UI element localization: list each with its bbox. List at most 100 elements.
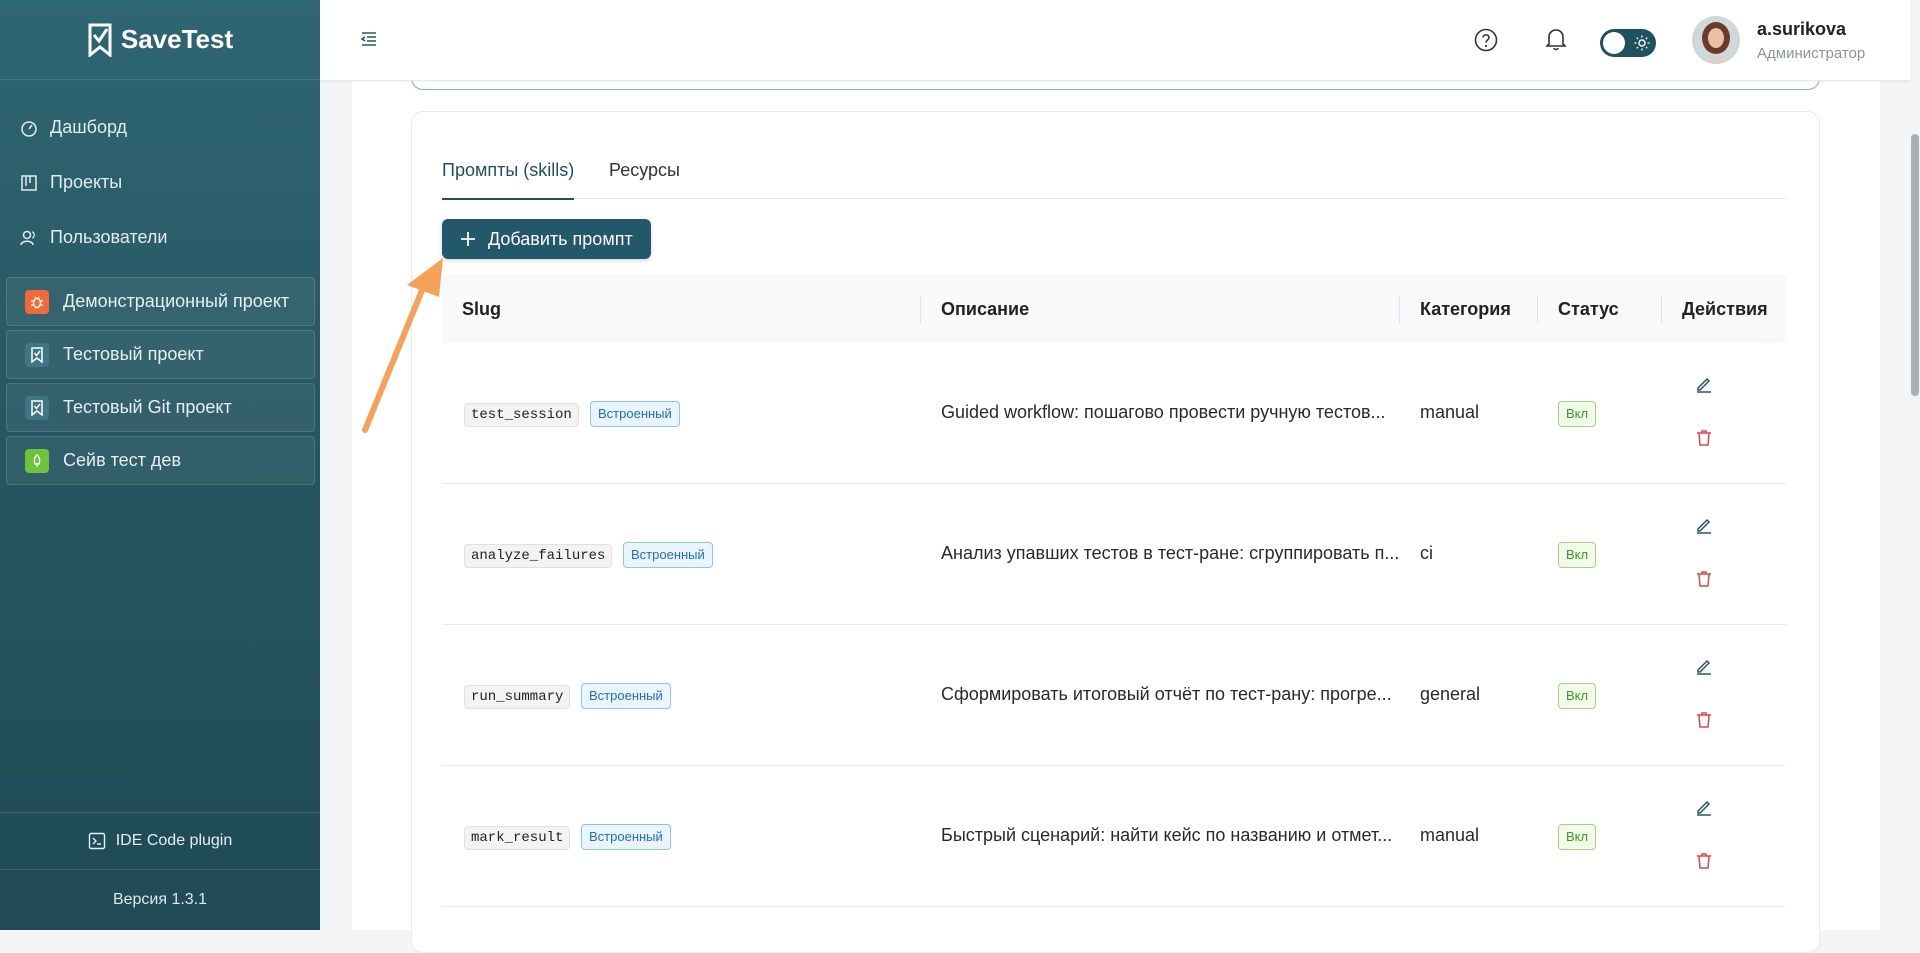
delete-button[interactable]: [1696, 852, 1712, 875]
status-badge: Вкл: [1558, 824, 1597, 850]
sidebar-footer: IDE Code plugin Версия 1.3.1: [0, 812, 320, 930]
project-item-git[interactable]: Тестовый Git проект: [6, 383, 315, 432]
edit-icon: [1697, 518, 1711, 534]
edit-button[interactable]: [1695, 375, 1713, 398]
app-name: SaveTest: [120, 24, 234, 54]
prompt-description: Быстрый сценарий: найти кейс по названию…: [941, 825, 1393, 845]
project-label: Демонстрационный проект: [63, 291, 290, 311]
ide-plugin-label: IDE Code plugin: [115, 832, 233, 849]
collapse-sidebar-button[interactable]: [360, 30, 378, 53]
column-header-actions: Действия: [1682, 298, 1768, 319]
bell-icon: [1545, 29, 1567, 51]
trash-icon: [1697, 430, 1711, 446]
theme-toggle[interactable]: [1600, 29, 1656, 57]
nav-label: Дашборд: [50, 117, 128, 137]
table-row[interactable]: analyze_failures Встроенный Анализ упавш…: [442, 484, 1787, 625]
prompt-category: manual: [1420, 825, 1480, 845]
column-header-slug: Slug: [462, 298, 501, 319]
delete-button[interactable]: [1696, 570, 1712, 593]
tab-prompts[interactable]: Промпты (skills): [442, 160, 575, 200]
edit-button[interactable]: [1695, 798, 1713, 821]
users-icon: [20, 230, 35, 245]
nav-label: Пользователи: [50, 227, 168, 247]
app-version: Версия 1.3.1: [0, 869, 320, 930]
status-badge: Вкл: [1558, 683, 1597, 709]
prompt-category: manual: [1420, 402, 1480, 422]
edit-icon: [1697, 377, 1711, 393]
user-role: Администратор: [1757, 45, 1866, 62]
projects-icon: [21, 174, 37, 191]
avatar[interactable]: [1692, 16, 1740, 64]
sidebar: SaveTest Дашборд Проекты Пользователи Де…: [0, 0, 320, 930]
status-badge: Вкл: [1558, 542, 1597, 568]
savetest-logo-icon: [88, 23, 112, 57]
project-item-test[interactable]: Тестовый проект: [6, 330, 315, 379]
slug-code: analyze_failures: [464, 544, 613, 568]
trash-icon: [1697, 853, 1711, 869]
prompt-category: ci: [1420, 543, 1433, 563]
status-badge: Вкл: [1558, 401, 1597, 427]
tabs-bar: Промпты (skills) Ресурсы: [442, 150, 1787, 200]
builtin-badge: Встроенный: [590, 401, 680, 427]
nav-label: Проекты: [50, 172, 123, 192]
rocket-icon: [25, 448, 49, 473]
terminal-icon: [88, 832, 105, 850]
prompt-description: Guided workflow: пошагово провести ручну…: [941, 402, 1386, 422]
nav-item-dashboard[interactable]: Дашборд: [0, 100, 320, 155]
project-label: Тестовый проект: [63, 344, 204, 364]
table-row[interactable]: test_session Встроенный Guided workflow:…: [442, 343, 1787, 484]
trash-icon: [1697, 712, 1711, 728]
table-row[interactable]: run_summary Встроенный Сформировать итог…: [442, 625, 1787, 766]
builtin-badge: Встроенный: [623, 542, 713, 568]
user-name[interactable]: a.surikova: [1757, 19, 1846, 40]
savetest-icon: [25, 342, 49, 367]
main-nav: Дашборд Проекты Пользователи Демонстраци…: [0, 80, 320, 485]
slug-code: mark_result: [464, 826, 571, 850]
edit-icon: [1697, 659, 1711, 675]
prompt-description: Сформировать итоговый отчёт по тест-рану…: [941, 684, 1392, 704]
column-divider: [1661, 295, 1662, 323]
column-divider: [1399, 295, 1400, 323]
delete-button[interactable]: [1696, 711, 1712, 734]
dashboard-icon: [21, 120, 37, 137]
edit-button[interactable]: [1695, 516, 1713, 539]
builtin-badge: Встроенный: [581, 824, 671, 850]
edit-button[interactable]: [1695, 657, 1713, 680]
project-item-dev[interactable]: Сейв тест дев: [6, 436, 315, 485]
ide-plugin-link[interactable]: IDE Code plugin: [0, 812, 320, 869]
help-button[interactable]: [1473, 27, 1499, 58]
slug-code: test_session: [464, 403, 579, 427]
table-row[interactable]: mark_result Встроенный Быстрый сценарий:…: [442, 766, 1787, 907]
nav-item-projects[interactable]: Проекты: [0, 155, 320, 210]
add-prompt-button[interactable]: Добавить промпт: [442, 219, 651, 259]
annotation-arrow: [362, 258, 443, 433]
help-icon: [1474, 28, 1498, 52]
tab-resources[interactable]: Ресурсы: [609, 160, 680, 198]
notifications-button[interactable]: [1544, 26, 1568, 57]
trash-icon: [1697, 571, 1711, 587]
column-header-description: Описание: [941, 298, 1030, 319]
column-header-status: Статус: [1558, 298, 1619, 319]
table-header: Slug Описание Категория Статус Действия: [442, 275, 1787, 344]
sun-icon: [1634, 35, 1650, 51]
project-label: Сейв тест дев: [63, 450, 182, 470]
project-item-demo[interactable]: Демонстрационный проект: [6, 277, 315, 326]
menu-collapse-icon: [360, 32, 376, 46]
column-divider: [1537, 295, 1538, 323]
plus-icon: [461, 232, 475, 246]
prompt-description: Анализ упавших тестов в тест-ране: сгруп…: [941, 543, 1400, 563]
bug-icon: [25, 289, 49, 314]
scrollbar-thumb[interactable]: [1911, 134, 1919, 396]
nav-item-users[interactable]: Пользователи: [0, 210, 320, 265]
toggle-knob: [1603, 32, 1625, 54]
slug-code: run_summary: [464, 685, 571, 709]
project-label: Тестовый Git проект: [63, 397, 232, 417]
add-prompt-label: Добавить промпт: [488, 228, 633, 249]
column-divider: [920, 295, 921, 323]
app-logo[interactable]: SaveTest: [0, 0, 320, 80]
column-header-category: Категория: [1420, 298, 1511, 319]
prompt-category: general: [1420, 684, 1481, 704]
edit-icon: [1697, 800, 1711, 816]
delete-button[interactable]: [1696, 429, 1712, 452]
savetest-icon: [25, 395, 49, 420]
